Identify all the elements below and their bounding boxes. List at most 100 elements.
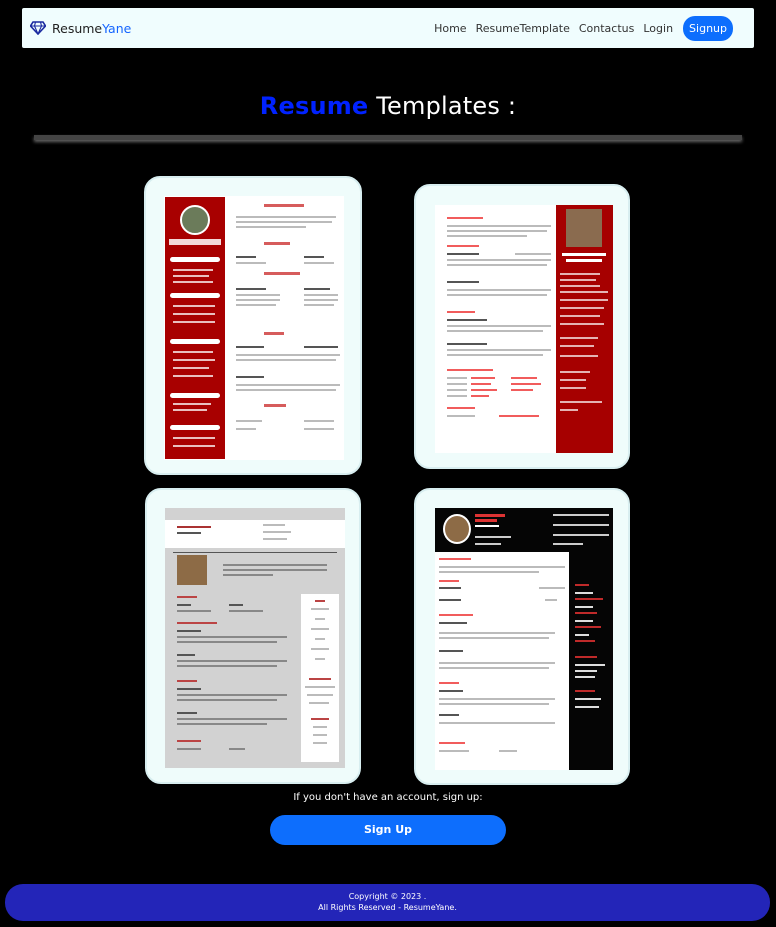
template-4-text-line — [439, 667, 549, 669]
template-2-skill-bar — [511, 383, 541, 385]
template-4-text-line — [439, 703, 549, 705]
template-2-text-line — [560, 315, 600, 317]
nav-resume-template[interactable]: ResumeTemplate — [476, 22, 570, 35]
template-2-text-line — [447, 253, 479, 255]
template-3-heading — [177, 622, 217, 624]
template-4-text-line — [575, 606, 593, 608]
template-2-text-line — [560, 307, 604, 309]
nav-contactus[interactable]: Contactus — [579, 22, 635, 35]
template-4-text-line — [439, 599, 461, 601]
template-3-header — [165, 520, 345, 548]
nav-home[interactable]: Home — [434, 22, 466, 35]
template-2-text-line — [447, 230, 547, 232]
template-2-skill-bar — [511, 377, 537, 379]
template-card-2[interactable] — [414, 184, 630, 469]
template-3-text-line — [177, 660, 287, 662]
template-4-heading — [439, 580, 459, 582]
template-2-text-line — [447, 415, 475, 417]
template-4-text-line — [439, 571, 539, 573]
template-2-text-line — [447, 383, 467, 385]
template-1-name-bar — [169, 239, 221, 245]
template-3-text-line — [313, 734, 327, 736]
template-preview-4 — [435, 508, 613, 770]
template-1-text-line — [173, 409, 207, 411]
template-4-text-line — [575, 634, 589, 636]
template-2-text-line — [560, 337, 598, 339]
template-1-text-line — [236, 221, 332, 223]
template-3-text-line — [177, 610, 211, 612]
template-3-text-line — [177, 654, 195, 656]
template-card-4[interactable] — [414, 488, 630, 785]
template-2-text-line — [560, 279, 596, 281]
template-1-text-line — [236, 226, 306, 228]
template-3-text-line — [223, 569, 327, 571]
template-4-text-line — [575, 670, 597, 672]
template-4-name-bar — [475, 514, 505, 517]
template-1-text-line — [304, 299, 338, 301]
template-1-text-line — [304, 262, 334, 264]
template-2-name-bar — [566, 259, 602, 262]
template-4-sidebar — [569, 552, 613, 770]
template-2-text-line — [447, 289, 551, 291]
template-preview-3 — [165, 508, 345, 768]
title-divider — [34, 135, 742, 140]
template-1-text-line — [173, 437, 215, 439]
template-2-text-line — [447, 377, 467, 379]
template-2-text-line — [560, 291, 608, 293]
template-card-3[interactable] — [145, 488, 361, 784]
template-3-text-line — [229, 748, 245, 750]
template-2-heading — [447, 369, 493, 371]
template-2-text-line — [560, 299, 608, 301]
template-1-text-line — [304, 428, 334, 430]
template-3-text-line — [307, 694, 333, 696]
template-4-text-line — [439, 650, 463, 652]
template-1-text-line — [236, 346, 264, 348]
template-1-text-line — [304, 294, 338, 296]
template-1-text-line — [236, 376, 264, 378]
template-3-text-line — [229, 610, 263, 612]
template-2-avatar — [566, 209, 602, 247]
template-1-text-line — [236, 262, 266, 264]
template-3-text-line — [313, 726, 327, 728]
template-2-sidebar — [556, 205, 613, 453]
template-4-text-line — [439, 637, 549, 639]
template-2-skill-bar — [471, 377, 495, 379]
template-3-text-line — [177, 532, 201, 534]
template-1-text-line — [236, 288, 266, 290]
template-1-section-pill — [170, 339, 220, 344]
template-3-heading — [311, 718, 329, 720]
template-2-text-line — [447, 259, 551, 261]
template-1-text-line — [173, 281, 213, 283]
template-2-text-line — [560, 285, 600, 287]
template-3-text-line — [177, 699, 277, 701]
template-3-text-line — [223, 574, 273, 576]
template-3-text-line — [229, 604, 243, 606]
template-2-text-line — [447, 225, 551, 227]
template-3-text-line — [263, 531, 291, 533]
template-4-skill-bar — [575, 626, 601, 628]
template-4-text-line — [575, 698, 601, 700]
nav-login[interactable]: Login — [643, 22, 673, 35]
signup-button[interactable]: Signup — [683, 15, 733, 41]
template-3-text-line — [177, 604, 191, 606]
template-2-text-line — [560, 401, 602, 403]
template-4-text-line — [575, 706, 599, 708]
template-4-heading — [439, 682, 459, 684]
template-4-skill-bar — [575, 598, 603, 600]
brand-name: ResumeYane — [52, 20, 132, 36]
template-3-text-line — [177, 636, 287, 638]
template-3-text-line — [305, 686, 335, 688]
template-3-text-line — [177, 641, 277, 643]
template-3-heading — [309, 678, 331, 680]
brand-logo[interactable]: ResumeYane — [30, 8, 131, 48]
template-4-header — [435, 508, 613, 552]
template-4-text-line — [553, 514, 609, 516]
signup-cta-button[interactable]: Sign Up — [270, 815, 506, 845]
template-2-skill-bar — [471, 389, 497, 391]
title-highlight: Resume — [259, 92, 369, 120]
template-4-text-line — [439, 722, 555, 724]
template-3-text-line — [311, 648, 329, 650]
template-card-1[interactable] — [144, 176, 362, 475]
template-1-text-line — [236, 299, 280, 301]
template-4-text-line — [439, 690, 463, 692]
